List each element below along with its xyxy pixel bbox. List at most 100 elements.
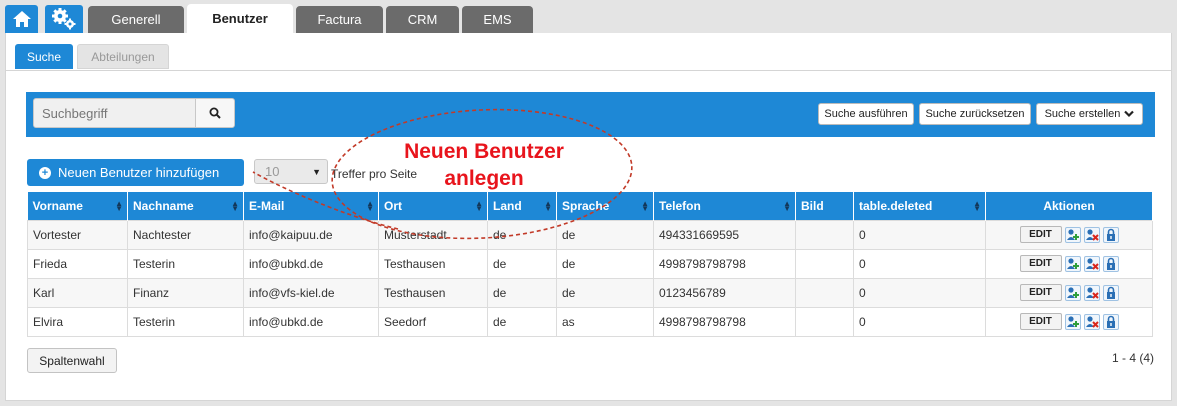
table-row[interactable]: Frieda Testerin info@ubkd.de Testhausen de de… (27, 248, 1153, 279)
plus-circle-icon: + (39, 166, 51, 179)
table-row[interactable]: Elvira Testerin info@ubkd.de Seedorf de as 499… (27, 306, 1153, 337)
column-header-telefon[interactable]: Telefon ▲ ▼ (653, 192, 796, 220)
sort-icon: ▲ ▼ (366, 199, 374, 213)
edit-button[interactable]: EDIT (1019, 226, 1062, 243)
tab-benutzer[interactable]: Benutzer (187, 4, 293, 33)
cell-vorname: Vortester (27, 219, 128, 250)
add-user-icon[interactable] (1064, 313, 1081, 330)
edit-button[interactable]: EDIT (1019, 313, 1062, 330)
cell-actions: EDIT (985, 306, 1153, 337)
main-panel: Suche Abteilungen Suche ausführen Suche … (5, 33, 1172, 401)
add-user-icon[interactable] (1064, 255, 1081, 272)
add-user-icon[interactable] (1064, 226, 1081, 243)
cell-email: info@ubkd.de (243, 306, 379, 337)
per-page-value: 10 (265, 164, 280, 179)
sort-icon: ▲ ▼ (783, 199, 791, 213)
sort-icon: ▲ ▼ (231, 199, 239, 213)
cell-bild (795, 248, 854, 279)
cell-land: de (487, 277, 557, 308)
cell-ort: Musterstadt (378, 219, 488, 250)
run-search-button[interactable]: Suche ausführen (818, 103, 914, 125)
column-header-deleted[interactable]: table.deleted ▲ ▼ (853, 192, 986, 220)
annotation-line-2: anlegen (444, 167, 524, 190)
create-search-label: Suche erstellen (1044, 108, 1121, 120)
tab-crm[interactable]: CRM (386, 6, 459, 33)
cell-ort: Seedorf (378, 306, 488, 337)
table-header: Vorname ▲ ▼ Nachname ▲ ▼ E-Mail ▲ ▼ Ort ▲ ▼ Land… (27, 192, 1153, 220)
cell-telefon[interactable]: 494331669595 (653, 219, 796, 250)
cell-telefon[interactable]: 4998798798798 (653, 306, 796, 337)
cell-actions: EDIT (985, 219, 1153, 250)
add-user-icon[interactable] (1064, 284, 1081, 301)
table-row[interactable]: Karl Finanz info@vfs-kiel.de Testhausen de de… (27, 277, 1153, 308)
remove-user-icon[interactable] (1083, 284, 1100, 301)
column-header-bild: Bild (795, 192, 854, 220)
lock-icon[interactable] (1102, 226, 1119, 243)
sort-icon: ▲ ▼ (115, 199, 123, 213)
sort-icon: ▲ ▼ (475, 199, 483, 213)
cell-land: de (487, 219, 557, 250)
cell-actions: EDIT (985, 277, 1153, 308)
cell-deleted: 0 (853, 219, 986, 250)
column-header-vorname[interactable]: Vorname ▲ ▼ (27, 192, 128, 220)
per-page-select[interactable]: 10 ▼ (254, 159, 328, 184)
cell-sprache: de (556, 248, 654, 279)
tab-ems[interactable]: EMS (462, 6, 533, 33)
sort-icon: ▲ ▼ (544, 199, 552, 213)
cell-nachname: Testerin (127, 248, 244, 279)
cell-land: de (487, 306, 557, 337)
users-table: Vorname ▲ ▼ Nachname ▲ ▼ E-Mail ▲ ▼ Ort ▲ ▼ Land… (27, 192, 1153, 337)
search-button[interactable] (195, 98, 235, 128)
settings-button[interactable] (45, 5, 83, 33)
tab-generell[interactable]: Generell (88, 6, 184, 33)
column-header-sprache[interactable]: Sprache ▲ ▼ (556, 192, 654, 220)
cell-ort: Testhausen (378, 248, 488, 279)
cell-deleted: 0 (853, 248, 986, 279)
lock-icon[interactable] (1102, 284, 1119, 301)
edit-button[interactable]: EDIT (1019, 284, 1062, 301)
cell-bild (795, 306, 854, 337)
remove-user-icon[interactable] (1083, 255, 1100, 272)
cell-bild (795, 277, 854, 308)
cell-nachname: Finanz (127, 277, 244, 308)
cell-actions: EDIT (985, 248, 1153, 279)
top-navigation: Generell Benutzer Factura CRM EMS (0, 0, 1177, 33)
edit-button[interactable]: EDIT (1019, 255, 1062, 272)
cell-nachname: Nachtester (127, 219, 244, 250)
column-header-nachname[interactable]: Nachname ▲ ▼ (127, 192, 244, 220)
cell-email: info@kaipuu.de (243, 219, 379, 250)
cell-telefon[interactable]: 0123456789 (653, 277, 796, 308)
column-select-button[interactable]: Spaltenwahl (27, 348, 117, 373)
cell-sprache: de (556, 277, 654, 308)
reset-search-button[interactable]: Suche zurücksetzen (919, 103, 1031, 125)
search-icon (209, 107, 221, 119)
home-button[interactable] (5, 5, 38, 33)
column-header-email[interactable]: E-Mail ▲ ▼ (243, 192, 379, 220)
subtab-suche[interactable]: Suche (15, 44, 73, 69)
pagination-info: 1 - 4 (4) (1111, 351, 1154, 365)
search-bar: Suche ausführen Suche zurücksetzen Suche… (26, 92, 1155, 137)
table-row[interactable]: Vortester Nachtester info@kaipuu.de Musters… (27, 219, 1153, 250)
chevron-down-icon (1124, 110, 1135, 118)
cell-land: de (487, 248, 557, 279)
column-header-ort[interactable]: Ort ▲ ▼ (378, 192, 488, 220)
subtab-abteilungen[interactable]: Abteilungen (77, 44, 169, 69)
add-user-label: Neuen Benutzer hinzufügen (58, 165, 220, 180)
cell-telefon[interactable]: 4998798798798 (653, 248, 796, 279)
cell-deleted: 0 (853, 306, 986, 337)
column-header-land[interactable]: Land ▲ ▼ (487, 192, 557, 220)
search-input[interactable] (33, 98, 196, 128)
annotation-line-1: Neuen Benutzer (404, 140, 564, 163)
column-header-aktionen: Aktionen (985, 192, 1153, 220)
add-user-button[interactable]: + Neuen Benutzer hinzufügen (27, 159, 244, 186)
annotation-text: Neuen Benutzer anlegen (384, 138, 584, 192)
lock-icon[interactable] (1102, 255, 1119, 272)
cell-sprache: de (556, 219, 654, 250)
lock-icon[interactable] (1102, 313, 1119, 330)
home-icon (12, 11, 31, 27)
cell-vorname: Karl (27, 277, 128, 308)
create-search-button[interactable]: Suche erstellen (1036, 103, 1143, 125)
remove-user-icon[interactable] (1083, 313, 1100, 330)
tab-factura[interactable]: Factura (296, 6, 383, 33)
remove-user-icon[interactable] (1083, 226, 1100, 243)
